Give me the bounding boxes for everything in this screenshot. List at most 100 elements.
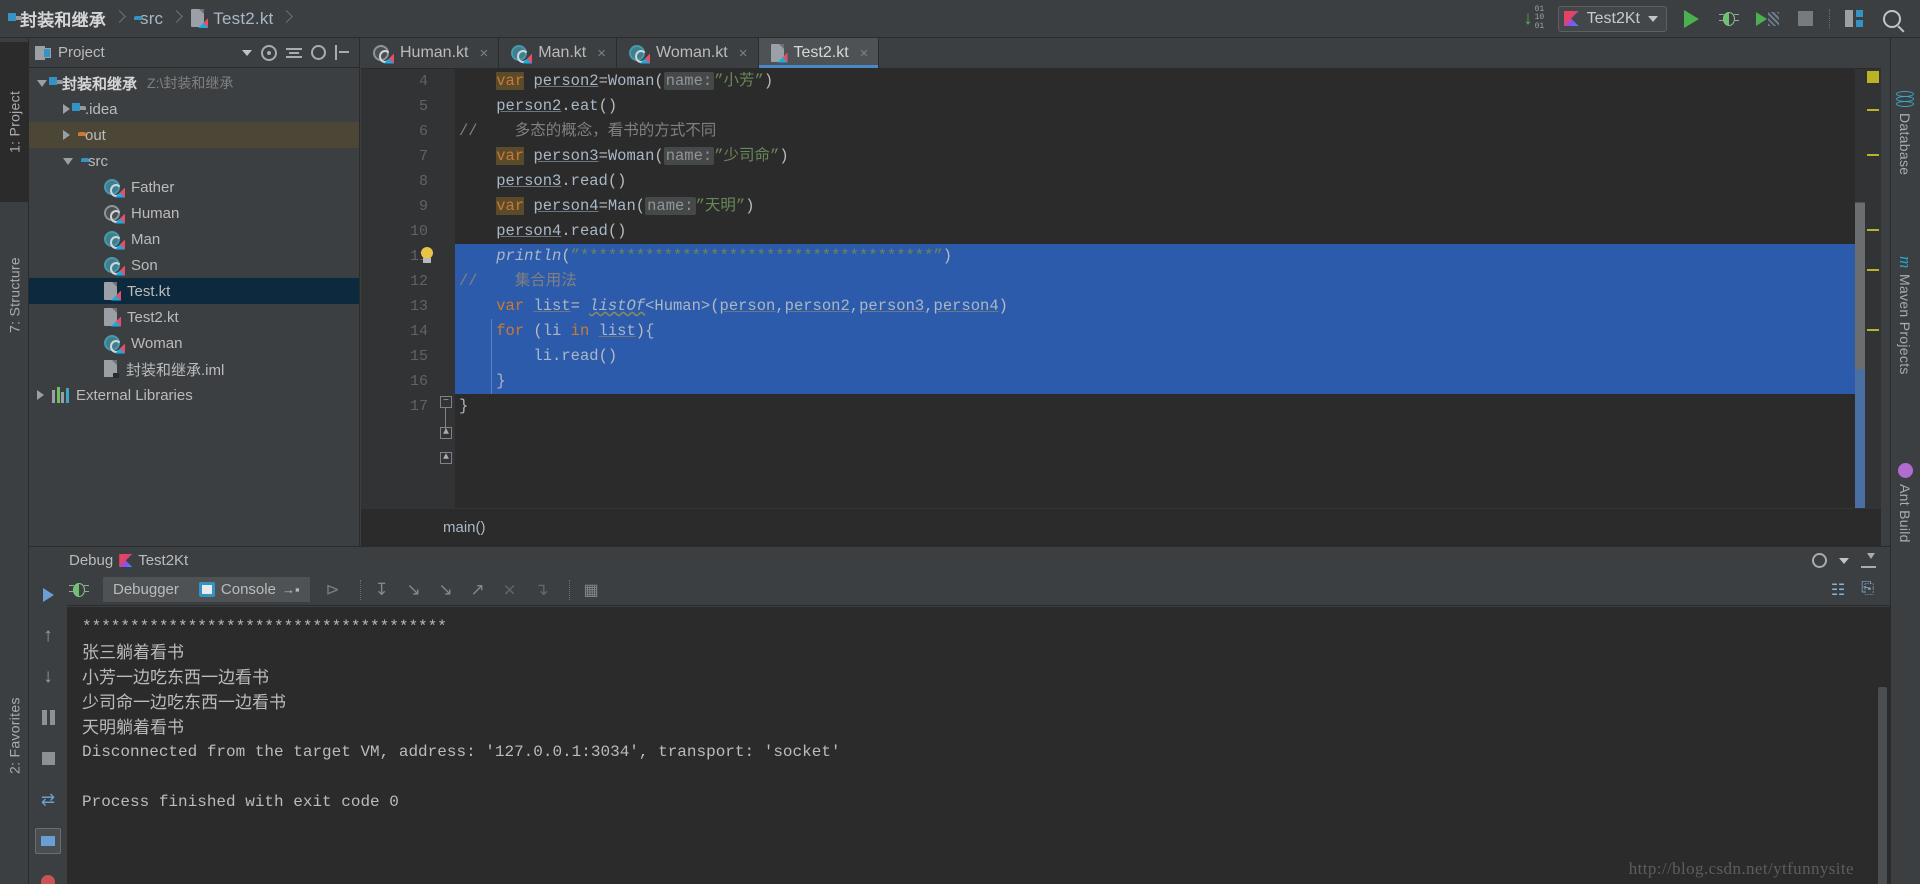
close-icon[interactable]: × [860, 45, 869, 62]
sidebar-button-maven[interactable]: m Maven Projects [1890, 223, 1920, 408]
code-line-5[interactable]: person2.eat() [455, 94, 1881, 119]
project-view-chevron-down-icon[interactable] [242, 49, 252, 56]
tree-item-test.kt[interactable]: Test.kt [29, 278, 359, 304]
soft-wrap-icon[interactable]: ⎘ [1861, 580, 1874, 600]
sidebar-button-ant[interactable]: Ant Build [1890, 433, 1920, 573]
code-line-13[interactable]: var list= listOf<Human>(person,person2,p… [455, 294, 1881, 319]
gear-icon[interactable] [311, 45, 326, 60]
editor-breadcrumb-bottom[interactable]: main() [361, 508, 1881, 546]
code-line-6[interactable]: // 多态的概念，看书的方式不同 [455, 119, 1881, 144]
pin-tab-icon[interactable]: →▪ [282, 582, 300, 597]
chevron-down-icon[interactable] [63, 157, 73, 165]
step-into-icon[interactable]: ↘ [407, 580, 427, 600]
breadcrumb-item-project[interactable]: 封装和继承 [12, 0, 108, 38]
settings-layers-icon[interactable]: ☷ [1831, 580, 1845, 600]
code-line-8[interactable]: person3.read() [455, 169, 1881, 194]
line-number[interactable]: 4 [361, 69, 437, 94]
chevron-down-icon[interactable] [1839, 557, 1849, 564]
restore-layout-button[interactable] [1840, 4, 1868, 34]
console-scrollbar[interactable] [1878, 687, 1887, 884]
run-configuration-selector[interactable]: Test2Kt [1557, 5, 1667, 32]
editor-marker-bar[interactable] [1865, 69, 1881, 546]
tree-item-human[interactable]: Human [29, 200, 359, 226]
code-line-14[interactable]: for (li in list){ [455, 319, 1881, 344]
code-line-9[interactable]: var person4=Man(name: ”天明”) [455, 194, 1881, 219]
step-up-button[interactable]: ↑ [29, 615, 67, 656]
fold-marker-main[interactable]: ▲ [440, 452, 452, 464]
line-number[interactable]: 5 [361, 94, 437, 119]
stop-button[interactable] [1791, 4, 1819, 34]
code-line-11[interactable]: println(”*******************************… [421, 244, 1881, 269]
drop-frame-icon[interactable]: ⨯ [503, 580, 523, 600]
tree-item-out[interactable]: out [29, 122, 359, 148]
line-number[interactable]: 7 [361, 144, 437, 169]
code-line-12[interactable]: // 集合用法 [455, 269, 1881, 294]
trace-current-stream-icon[interactable]: ⊳ [326, 580, 346, 600]
line-number[interactable]: 9 [361, 194, 437, 219]
code-line-15[interactable]: li.read() [455, 344, 1881, 369]
sidebar-button-project[interactable]: 1: Project [0, 42, 29, 202]
hide-panel-icon[interactable] [1861, 553, 1876, 568]
code-editor[interactable]: 4 5 6 7 8 9 10 11 12 13 14 15 16 17 − ▲ ▲ var person2… [361, 69, 1881, 546]
line-number[interactable]: 14 [361, 319, 437, 344]
mute-breakpoints-button[interactable] [29, 861, 67, 884]
tab-debugger[interactable]: Debugger [103, 577, 189, 602]
tree-item-.idea[interactable]: .idea [29, 96, 359, 122]
stop-button[interactable] [29, 738, 67, 779]
print-button[interactable] [29, 820, 67, 861]
tree-item-src[interactable]: src [29, 148, 359, 174]
code-line-7[interactable]: var person3=Woman(name: ”少司命”) [455, 144, 1881, 169]
gear-icon[interactable] [1812, 553, 1827, 568]
scroll-to-source-icon[interactable] [261, 44, 277, 61]
line-number[interactable]: 10 [361, 219, 437, 244]
tree-item-[interactable]: 封装和继承 Z:\封装和继承 [29, 70, 359, 96]
hide-panel-icon[interactable] [335, 45, 350, 60]
tree-item-woman[interactable]: Woman [29, 330, 359, 356]
line-number[interactable]: 15 [361, 344, 437, 369]
intention-bulb-icon[interactable] [419, 247, 435, 266]
search-everywhere-button[interactable] [1878, 4, 1906, 34]
sidebar-button-database[interactable]: Database [1890, 58, 1920, 208]
line-number[interactable]: 16 [361, 369, 437, 394]
code-line-4[interactable]: var person2=Woman(name: ”小芳”) [455, 69, 1881, 94]
tree-item-test2.kt[interactable]: Test2.kt [29, 304, 359, 330]
sidebar-button-structure[interactable]: 7: Structure [0, 208, 29, 383]
step-over-icon[interactable]: ↧ [375, 580, 395, 600]
editor-tab-womankt[interactable]: Woman.kt × [617, 38, 759, 68]
line-number[interactable]: 13 [361, 294, 437, 319]
tree-item-father[interactable]: Father [29, 174, 359, 200]
line-number[interactable]: 12 [361, 269, 437, 294]
pause-button[interactable] [29, 697, 67, 738]
sidebar-button-favorites[interactable]: 2: Favorites [0, 653, 29, 818]
breadcrumb-item-file[interactable]: Test2.kt [189, 0, 275, 38]
code-line-17[interactable]: } [455, 394, 1881, 419]
run-with-coverage-button[interactable] [1753, 4, 1781, 34]
close-icon[interactable]: × [597, 45, 606, 62]
tree-item-.iml[interactable]: 封装和继承.iml [29, 356, 359, 382]
editor-tab-test2kt[interactable]: Test2.kt × [758, 38, 880, 68]
console-output[interactable]: ************************************** 张三… [67, 607, 1890, 884]
collapse-all-icon[interactable] [286, 45, 302, 61]
tab-console[interactable]: Console →▪ [188, 577, 310, 602]
compile-binary-button[interactable]: ↓ 01 10 01 [1520, 4, 1548, 34]
rerun-button[interactable]: ⇄ [29, 779, 67, 820]
line-number[interactable]: 17 [361, 394, 437, 419]
resume-program-button[interactable] [29, 574, 67, 615]
code-line-16[interactable]: } [455, 369, 1881, 394]
line-number[interactable]: 6 [361, 119, 437, 144]
chevron-right-icon[interactable] [63, 130, 70, 140]
tree-item-son[interactable]: Son [29, 252, 359, 278]
breadcrumb-item-src[interactable]: src [132, 0, 165, 38]
chevron-down-icon[interactable] [37, 79, 47, 87]
run-to-cursor-icon[interactable]: ↴ [535, 580, 555, 600]
tree-item-externallibraries[interactable]: External Libraries [29, 382, 359, 408]
evaluate-expression-icon[interactable]: ▦ [584, 580, 604, 600]
code-text[interactable]: var person2=Woman(name: ”小芳”) person2.eat… [421, 69, 1881, 419]
chevron-right-icon[interactable] [63, 104, 70, 114]
debug-button[interactable] [1715, 4, 1743, 34]
chevron-right-icon[interactable] [37, 390, 44, 400]
line-number[interactable]: 8 [361, 169, 437, 194]
editor-vertical-scrollbar[interactable] [1855, 69, 1865, 546]
fold-marker-end[interactable]: ▲ [440, 427, 452, 439]
chevron-down-icon[interactable] [1648, 15, 1658, 22]
